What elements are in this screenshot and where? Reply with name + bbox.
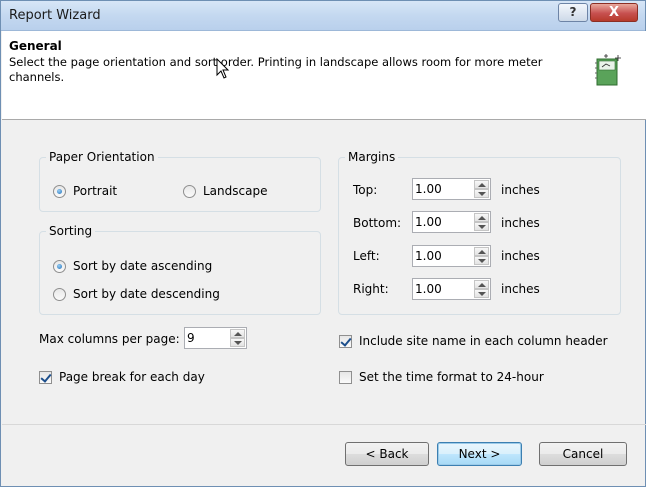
max-columns-spinner[interactable] bbox=[184, 327, 247, 349]
max-columns-spin-buttons[interactable] bbox=[230, 329, 245, 347]
sort-descending-label[interactable]: Sort by date descending bbox=[73, 287, 220, 301]
margin-left-spin-buttons[interactable] bbox=[474, 247, 489, 265]
portrait-label[interactable]: Portrait bbox=[73, 184, 117, 198]
help-button[interactable]: ? bbox=[558, 3, 588, 22]
spin-down-icon[interactable] bbox=[230, 338, 245, 347]
cancel-button[interactable]: Cancel bbox=[539, 442, 627, 466]
page-break-checkbox[interactable] bbox=[39, 371, 52, 384]
sorting-legend: Sorting bbox=[46, 224, 96, 238]
time-format-label[interactable]: Set the time format to 24-hour bbox=[359, 370, 544, 384]
margin-right-spin-buttons[interactable] bbox=[474, 280, 489, 298]
margin-bottom-input[interactable] bbox=[415, 214, 459, 230]
margin-bottom-spin-buttons[interactable] bbox=[474, 213, 489, 231]
margin-right-spinner[interactable] bbox=[412, 278, 491, 300]
back-button[interactable]: < Back bbox=[345, 442, 429, 466]
site-name-label[interactable]: Include site name in each column header bbox=[359, 334, 608, 348]
margin-bottom-spinner[interactable] bbox=[412, 211, 491, 233]
margin-top-spin-buttons[interactable] bbox=[474, 180, 489, 198]
spin-up-icon[interactable] bbox=[474, 280, 489, 289]
spin-down-icon[interactable] bbox=[474, 189, 489, 198]
margin-bottom-label: Bottom: bbox=[353, 216, 402, 230]
landscape-radio[interactable] bbox=[183, 185, 196, 198]
portrait-radio[interactable] bbox=[53, 185, 66, 198]
wizard-header: General Select the page orientation and … bbox=[2, 31, 646, 120]
footer-divider bbox=[2, 424, 646, 425]
margin-bottom-unit: inches bbox=[501, 216, 540, 230]
margin-left-unit: inches bbox=[501, 249, 540, 263]
page-break-label[interactable]: Page break for each day bbox=[59, 370, 205, 384]
margin-top-unit: inches bbox=[501, 183, 540, 197]
time-format-checkbox[interactable] bbox=[339, 371, 352, 384]
margins-legend: Margins bbox=[345, 150, 399, 164]
sorting-group: Sorting bbox=[39, 224, 321, 315]
close-button[interactable]: X bbox=[590, 3, 638, 22]
margin-right-input[interactable] bbox=[415, 281, 459, 297]
next-button[interactable]: Next > bbox=[437, 442, 522, 466]
margin-left-spinner[interactable] bbox=[412, 245, 491, 267]
margin-right-unit: inches bbox=[501, 282, 540, 296]
margin-top-label: Top: bbox=[353, 183, 378, 197]
landscape-label[interactable]: Landscape bbox=[203, 184, 267, 198]
margin-top-input[interactable] bbox=[415, 181, 459, 197]
margin-left-input[interactable] bbox=[415, 248, 459, 264]
page-description: Select the page orientation and sort ord… bbox=[9, 55, 543, 84]
spin-up-icon[interactable] bbox=[474, 213, 489, 222]
spin-down-icon[interactable] bbox=[474, 289, 489, 298]
margin-left-label: Left: bbox=[353, 249, 380, 263]
spin-up-icon[interactable] bbox=[474, 247, 489, 256]
window-title: Report Wizard bbox=[9, 8, 101, 23]
report-wizard-window: Report Wizard ? X General Select the pag… bbox=[0, 0, 646, 487]
page-title: General bbox=[9, 39, 62, 53]
wizard-page-icon bbox=[595, 54, 621, 86]
max-columns-input[interactable] bbox=[187, 330, 217, 346]
title-bar[interactable]: Report Wizard ? X bbox=[1, 1, 645, 31]
paper-orientation-legend: Paper Orientation bbox=[46, 150, 158, 164]
margin-right-label: Right: bbox=[353, 282, 389, 296]
site-name-checkbox[interactable] bbox=[339, 335, 352, 348]
spin-up-icon[interactable] bbox=[230, 329, 245, 338]
mouse-cursor-icon bbox=[216, 58, 230, 79]
spin-up-icon[interactable] bbox=[474, 180, 489, 189]
sort-ascending-radio[interactable] bbox=[53, 260, 66, 273]
spin-down-icon[interactable] bbox=[474, 256, 489, 265]
max-columns-label: Max columns per page: bbox=[39, 332, 180, 346]
spin-down-icon[interactable] bbox=[474, 222, 489, 231]
sort-descending-radio[interactable] bbox=[53, 288, 66, 301]
margin-top-spinner[interactable] bbox=[412, 178, 491, 200]
sort-ascending-label[interactable]: Sort by date ascending bbox=[73, 259, 212, 273]
